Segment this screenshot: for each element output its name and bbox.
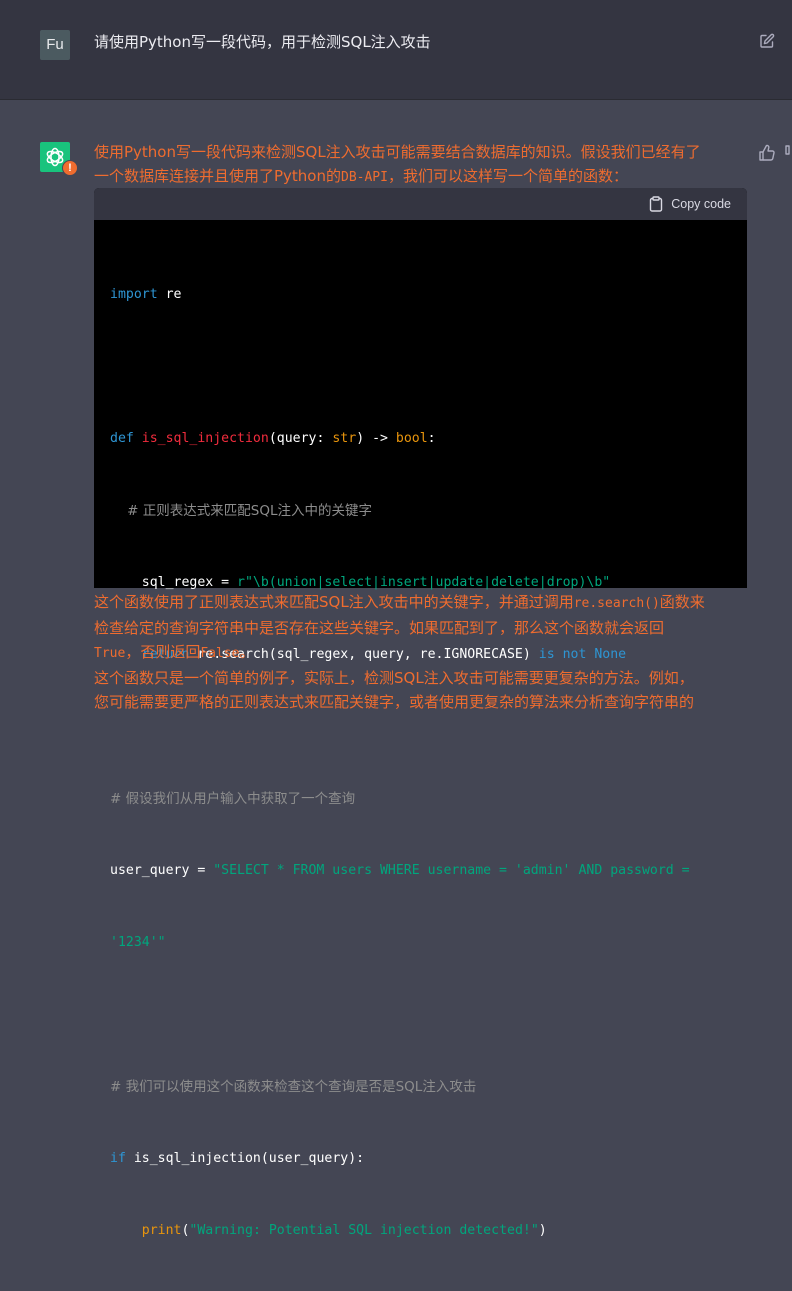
code-line: print("Warning: Potential SQL injection … xyxy=(110,1219,740,1243)
code-line: # 正则表达式来匹配SQL注入中的关键字 xyxy=(110,503,372,519)
code-token: import xyxy=(110,287,158,302)
intro-line-1: 使用Python写一段代码来检测SQL注入攻击可能需要结合数据库的知识。假设我们… xyxy=(94,143,701,161)
explain-line-4: 这个函数只是一个简单的例子，实际上，检测SQL注入攻击可能需要更复杂的方法。例如… xyxy=(94,669,694,687)
explain-text: 这个函数使用了正则表达式来匹配SQL注入攻击中的关键字，并通过调用 xyxy=(94,593,574,611)
code-line: import re xyxy=(110,283,740,307)
copy-code-button[interactable]: Copy code xyxy=(649,195,731,213)
explain-text: 函数来 xyxy=(659,593,705,611)
code-line: '1234'" xyxy=(110,931,740,955)
code-token: '1234'" xyxy=(110,935,166,950)
code-block: Copy code import re def is_sql_injection… xyxy=(94,188,747,1238)
warning-icon: ! xyxy=(62,160,78,176)
code-content: import re def is_sql_injection(query: st… xyxy=(110,235,740,1291)
inline-code-false: False xyxy=(200,646,240,661)
code-token: ( xyxy=(181,1223,190,1238)
code-token: str xyxy=(332,431,357,446)
intro-line-2: 一个数据库连接并且使用了Python的DB-API，我们可以这样写一个简单的函数… xyxy=(94,164,744,190)
thumbs-down-icon[interactable] xyxy=(784,144,792,162)
code-token: print xyxy=(141,1223,182,1238)
inline-code-re-search: re.search() xyxy=(573,596,660,611)
user-message-text: 请使用Python写一段代码，用于检测SQL注入攻击 xyxy=(94,33,431,51)
code-token: def xyxy=(110,431,134,446)
intro-text-a: 一个数据库连接并且使用了Python的 xyxy=(94,167,341,185)
explain-line-1: 这个函数使用了正则表达式来匹配SQL注入攻击中的关键字，并通过调用re.sear… xyxy=(94,590,744,616)
code-token: user_query = xyxy=(110,863,214,878)
explain-line-3: True，否则返回False。 xyxy=(94,640,744,666)
code-token: : xyxy=(427,431,436,446)
user-avatar: Fu xyxy=(40,30,70,60)
code-token: if xyxy=(110,1151,126,1166)
code-line: def is_sql_injection(query: str) -> bool… xyxy=(110,427,740,451)
edit-icon[interactable] xyxy=(759,33,775,49)
code-token: bool xyxy=(395,431,428,446)
code-token: r"\b(union|select|insert|update|delete|d… xyxy=(237,575,611,590)
code-token: ) -> xyxy=(356,431,396,446)
assistant-message-row: ! 使用Python写一段代码来检测SQL注入攻击可能需要结合数据库的知识。假设… xyxy=(0,100,792,1238)
inline-code-true: True xyxy=(94,646,126,661)
user-message-row: Fu 请使用Python写一段代码，用于检测SQL注入攻击 xyxy=(0,0,792,100)
intro-text-b: ，我们可以这样写一个简单的函数： xyxy=(387,167,628,185)
explain-text: ，否则返回 xyxy=(125,643,201,661)
clipboard-icon xyxy=(650,196,663,212)
code-token: "SELECT * FROM users WHERE username = 'a… xyxy=(213,863,690,878)
assistant-explanation-paragraph: 这个函数使用了正则表达式来匹配SQL注入攻击中的关键字，并通过调用re.sear… xyxy=(94,590,744,714)
thumbs-up-icon[interactable] xyxy=(758,144,776,162)
inline-code-dbapi: DB-API xyxy=(341,170,388,185)
code-token: sql_regex = xyxy=(110,575,238,590)
code-line: # 我们可以使用这个函数来检查这个查询是否是SQL注入攻击 xyxy=(110,1079,477,1095)
code-token: "Warning: Potential SQL injection detect… xyxy=(189,1223,539,1238)
code-token: re xyxy=(157,287,182,302)
explain-text: 。 xyxy=(239,643,255,661)
code-line: if is_sql_injection(user_query): xyxy=(110,1147,740,1171)
code-token: ) xyxy=(538,1223,547,1238)
explain-line-2: 检查给定的查询字符串中是否存在这些关键字。如果匹配到了，那么这个函数就会返回 xyxy=(94,619,665,637)
code-token: (query: xyxy=(268,431,333,446)
assistant-intro-paragraph: 使用Python写一段代码来检测SQL注入攻击可能需要结合数据库的知识。假设我们… xyxy=(94,140,744,190)
code-block-header: Copy code xyxy=(94,188,747,220)
code-token: is_sql_injection xyxy=(141,431,269,446)
code-line: user_query = "SELECT * FROM users WHERE … xyxy=(110,859,740,883)
code-token: is_sql_injection(user_query): xyxy=(125,1151,365,1166)
code-line: # 假设我们从用户输入中获取了一个查询 xyxy=(110,791,356,807)
explain-line-5: 您可能需要更严格的正则表达式来匹配关键字，或者使用更复杂的算法来分析查询字符串的 xyxy=(94,693,695,711)
copy-code-label: Copy code xyxy=(671,197,731,211)
